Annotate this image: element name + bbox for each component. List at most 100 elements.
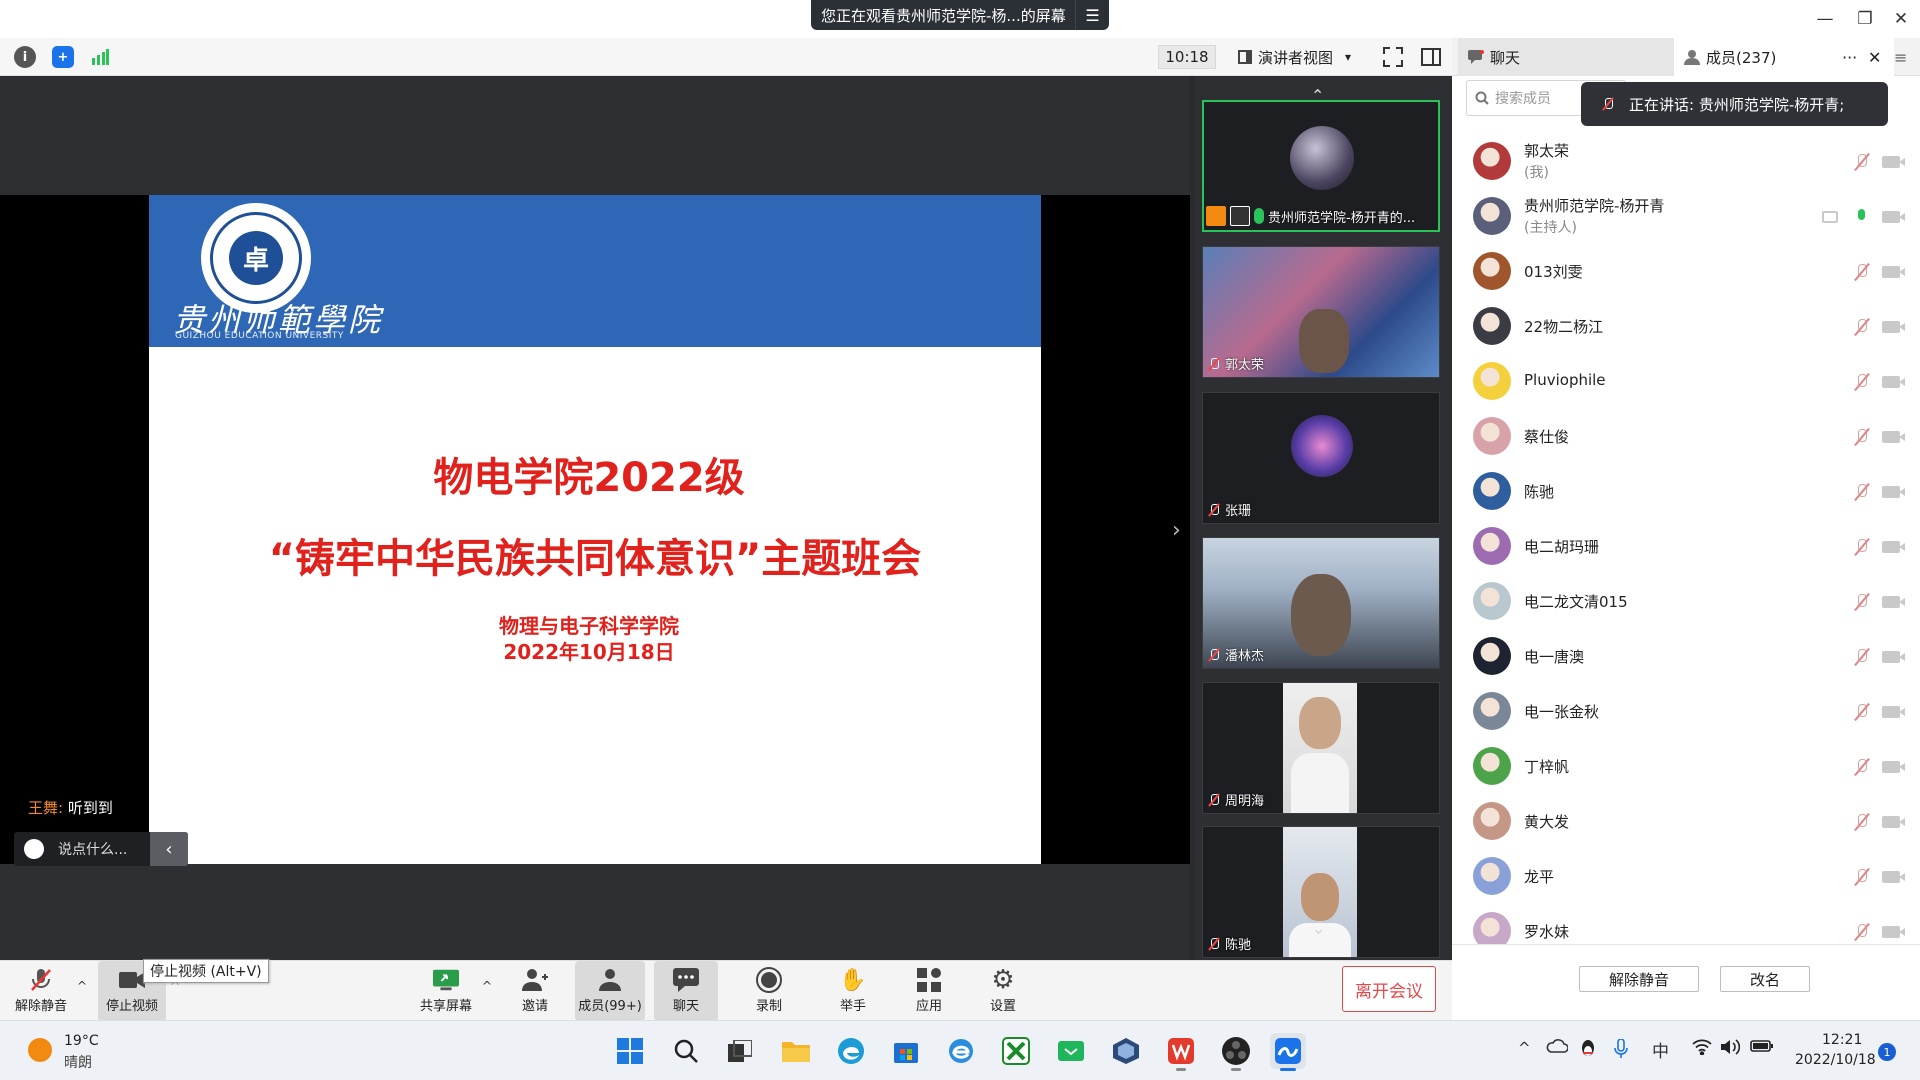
mic-muted-icon[interactable]	[1854, 373, 1870, 391]
member-row[interactable]: 贵州师范学院-杨开青 (主持人)	[1452, 189, 1920, 244]
member-row[interactable]: 黄大发	[1452, 794, 1920, 849]
mic-muted-icon[interactable]	[1854, 153, 1870, 171]
task-view-icon[interactable]	[722, 1033, 758, 1069]
video-tile[interactable]: 郭太荣	[1202, 246, 1440, 378]
camera-icon[interactable]	[1882, 541, 1905, 553]
speaker-view-dropdown[interactable]: 演讲者视图 ▾	[1238, 45, 1351, 69]
mic-muted-icon[interactable]	[1854, 538, 1870, 556]
member-row[interactable]: 013刘雯	[1452, 244, 1920, 299]
leave-meeting-button[interactable]: 离开会议	[1342, 966, 1436, 1012]
camera-icon[interactable]	[1882, 376, 1905, 388]
weather-sun-icon[interactable]	[28, 1038, 52, 1062]
clock-time[interactable]: 12:21	[1822, 1032, 1862, 1048]
mic-muted-icon[interactable]	[1854, 868, 1870, 886]
video-tile[interactable]: 张珊	[1202, 392, 1440, 524]
tab-members[interactable]: 成员(237)	[1674, 38, 1894, 76]
mic-muted-icon[interactable]	[1854, 813, 1870, 831]
camera-icon[interactable]	[1882, 431, 1905, 443]
mic-muted-icon[interactable]	[1854, 703, 1870, 721]
audio-options-caret-icon[interactable]: ^	[77, 979, 87, 993]
close-window-button[interactable]: ✕	[1878, 0, 1920, 38]
emoji-icon[interactable]	[24, 839, 44, 859]
close-panel-icon[interactable]: ✕	[1868, 38, 1881, 76]
weather-temperature[interactable]: 19°C	[64, 1033, 99, 1049]
clock-date[interactable]: 2022/10/18	[1795, 1052, 1876, 1068]
edge-browser-icon[interactable]	[833, 1033, 869, 1069]
member-row[interactable]: 龙平	[1452, 849, 1920, 904]
mic-muted-icon[interactable]	[1854, 593, 1870, 611]
security-shield-icon[interactable]: +	[52, 46, 74, 68]
member-row[interactable]: 22物二杨江	[1452, 299, 1920, 354]
chat-button[interactable]: 聊天	[654, 961, 718, 1021]
tray-overflow-caret-icon[interactable]: ^	[1518, 1039, 1531, 1057]
member-row[interactable]: Pluviophile	[1452, 354, 1920, 409]
virtualbox-icon[interactable]	[1108, 1033, 1144, 1069]
wps-office-icon[interactable]	[1163, 1033, 1199, 1071]
camera-icon[interactable]	[1882, 706, 1905, 718]
search-icon[interactable]	[668, 1033, 704, 1069]
mic-on-icon[interactable]	[1854, 208, 1870, 226]
collapse-chat-button[interactable]: ‹	[150, 832, 188, 866]
volume-icon[interactable]	[1720, 1039, 1741, 1059]
notification-badge[interactable]: 1	[1878, 1043, 1896, 1061]
file-explorer-icon[interactable]	[778, 1033, 814, 1069]
settings-button[interactable]: ⚙ 设置	[976, 961, 1030, 1021]
mic-muted-icon[interactable]	[1854, 758, 1870, 776]
share-screen-button[interactable]: 共享屏幕	[415, 961, 477, 1021]
more-options-icon[interactable]: ···	[1842, 38, 1857, 76]
member-row[interactable]: 电一唐澳	[1452, 629, 1920, 684]
mic-muted-icon[interactable]	[1854, 923, 1870, 941]
member-row[interactable]: 陈驰	[1452, 464, 1920, 519]
unmute-button[interactable]: 解除静音	[10, 961, 72, 1021]
split-panel-icon[interactable]	[1420, 46, 1442, 68]
mic-muted-icon[interactable]	[1854, 318, 1870, 336]
mic-muted-icon[interactable]	[1854, 483, 1870, 501]
tencent-meeting-icon[interactable]	[1270, 1033, 1306, 1071]
member-row[interactable]: 电一张金秋	[1452, 684, 1920, 739]
apps-button[interactable]: 应用	[902, 961, 956, 1021]
record-button[interactable]: 录制	[742, 961, 796, 1021]
mic-muted-icon[interactable]	[1854, 263, 1870, 281]
ie-browser-icon[interactable]	[943, 1033, 979, 1069]
start-windows-icon[interactable]	[612, 1033, 648, 1069]
tab-chat[interactable]: 聊天	[1458, 38, 1678, 76]
member-row[interactable]: 丁梓帆	[1452, 739, 1920, 794]
scroll-down-icon[interactable]: ⌄	[1311, 918, 1326, 939]
share-options-caret-icon[interactable]: ^	[482, 979, 492, 993]
member-row[interactable]: 电二胡玛珊	[1452, 519, 1920, 574]
rename-button[interactable]: 改名	[1720, 966, 1810, 992]
banner-menu-icon[interactable]: ☰	[1075, 0, 1109, 30]
unmute-all-button[interactable]: 解除静音	[1579, 966, 1699, 992]
camera-icon[interactable]	[1882, 926, 1905, 938]
camera-icon[interactable]	[1882, 761, 1905, 773]
member-row[interactable]: 蔡仕俊	[1452, 409, 1920, 464]
signal-strength-icon[interactable]	[89, 46, 111, 68]
camera-icon[interactable]	[1882, 816, 1905, 828]
camera-icon[interactable]	[1882, 211, 1905, 223]
wifi-icon[interactable]	[1692, 1039, 1712, 1059]
chevron-right-icon[interactable]: ›	[1172, 518, 1181, 543]
info-icon[interactable]: i	[14, 46, 36, 68]
member-row[interactable]: 郭太荣 (我)	[1452, 134, 1920, 189]
video-tile[interactable]: 周明海	[1202, 682, 1440, 814]
camera-icon[interactable]	[1882, 486, 1905, 498]
mic-muted-icon[interactable]	[1854, 648, 1870, 666]
video-tile[interactable]: 潘林杰	[1202, 537, 1440, 669]
input-method-indicator[interactable]: 中	[1652, 1037, 1669, 1062]
microsoft-store-icon[interactable]	[888, 1033, 924, 1069]
weather-condition[interactable]: 晴朗	[64, 1052, 92, 1072]
raise-hand-button[interactable]: ✋ 举手	[826, 961, 880, 1021]
invite-button[interactable]: 邀请	[508, 961, 562, 1021]
obs-recorder-icon[interactable]	[1218, 1033, 1254, 1071]
cloud-icon[interactable]	[1546, 1039, 1569, 1057]
camera-icon[interactable]	[1882, 156, 1905, 168]
camera-icon[interactable]	[1882, 651, 1905, 663]
video-tile-host[interactable]: 贵州师范学院-杨开青的...	[1202, 100, 1440, 232]
mic-muted-icon[interactable]	[1854, 428, 1870, 446]
wechat-work-icon[interactable]	[1053, 1033, 1089, 1069]
camera-icon[interactable]	[1882, 266, 1905, 278]
members-button[interactable]: 成员(99+)	[575, 961, 645, 1021]
fullscreen-icon[interactable]	[1382, 46, 1404, 68]
member-row[interactable]: 电二龙文清015	[1452, 574, 1920, 629]
battery-icon[interactable]	[1750, 1039, 1774, 1057]
